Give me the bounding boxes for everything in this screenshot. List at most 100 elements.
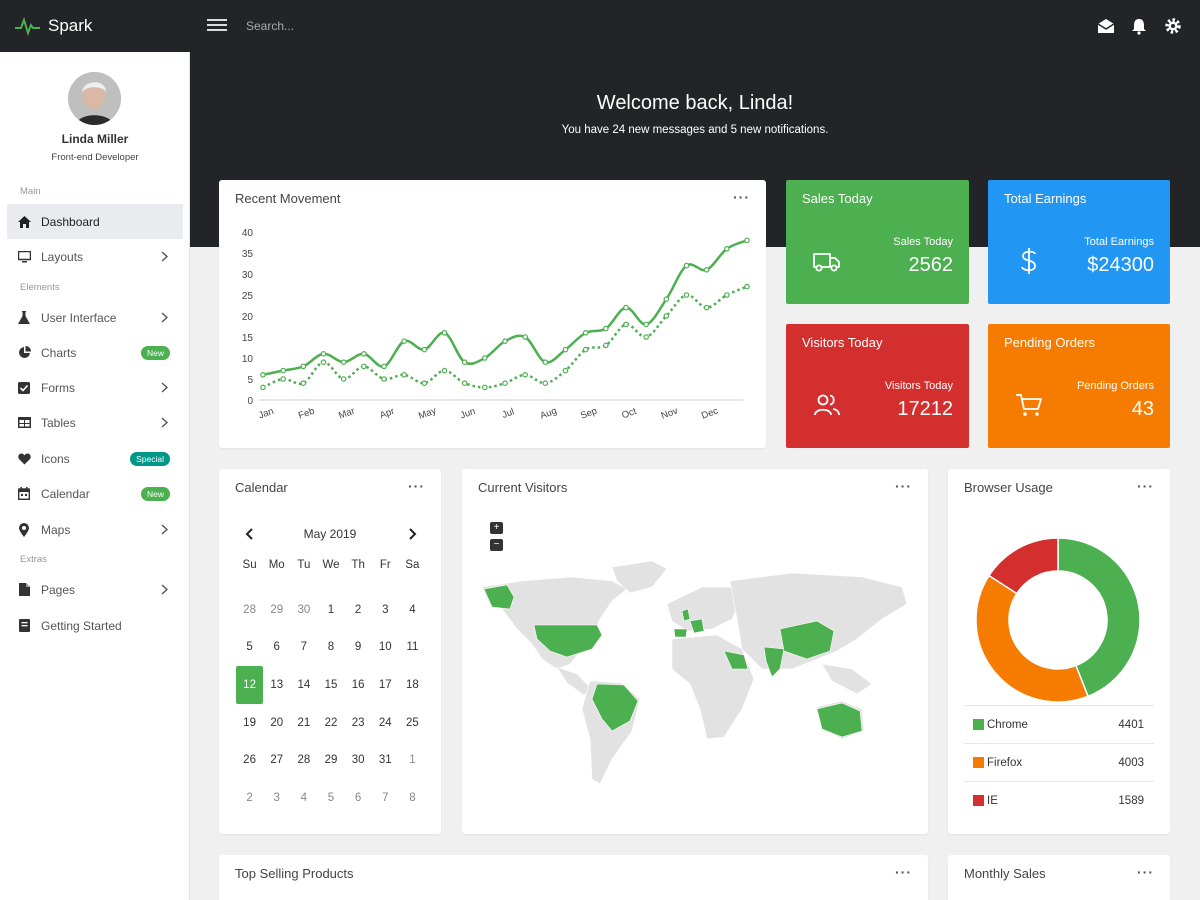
data-point[interactable] <box>421 380 428 387</box>
data-point[interactable] <box>461 380 468 387</box>
data-point[interactable] <box>643 334 649 340</box>
data-point[interactable] <box>340 359 347 366</box>
calendar-day[interactable]: 15 <box>317 672 344 691</box>
calendar-day[interactable]: 1 <box>317 597 344 616</box>
calendar-day[interactable]: 17 <box>372 672 399 691</box>
data-point[interactable] <box>744 283 750 290</box>
gear-icon[interactable] <box>1164 17 1182 35</box>
data-point[interactable] <box>643 321 649 328</box>
data-point[interactable] <box>381 376 387 382</box>
data-point[interactable] <box>663 313 670 319</box>
calendar-day[interactable]: 13 <box>263 672 290 691</box>
data-point[interactable] <box>683 262 690 269</box>
calendar-day[interactable]: 5 <box>236 634 263 653</box>
calendar-day[interactable]: 7 <box>290 634 317 653</box>
more-options-icon[interactable]: ··· <box>895 864 912 880</box>
data-point[interactable] <box>280 367 286 374</box>
calendar-day[interactable]: 8 <box>317 634 344 653</box>
more-options-icon[interactable]: ··· <box>1137 864 1154 880</box>
data-point[interactable] <box>401 372 407 378</box>
calendar-day[interactable]: 3 <box>372 597 399 616</box>
calendar-day[interactable]: 22 <box>317 710 344 729</box>
calendar-day[interactable]: 16 <box>345 672 372 691</box>
total-earnings-card[interactable]: Total Earnings Total Earnings $24300 <box>988 180 1170 304</box>
data-point[interactable] <box>683 292 690 298</box>
sidebar-item-pages[interactable]: Pages <box>7 572 183 607</box>
data-point[interactable] <box>502 338 508 345</box>
calendar-day[interactable]: 5 <box>317 785 344 804</box>
calendar-day[interactable]: 9 <box>345 634 372 653</box>
data-point[interactable] <box>441 330 448 336</box>
data-point[interactable] <box>582 330 589 336</box>
calendar-day[interactable]: 24 <box>372 710 399 729</box>
data-point[interactable] <box>542 359 549 366</box>
data-point[interactable] <box>703 304 710 311</box>
data-point[interactable] <box>562 367 569 374</box>
data-point[interactable] <box>340 376 347 382</box>
calendar-day[interactable]: 29 <box>317 747 344 766</box>
data-point[interactable] <box>482 355 488 361</box>
calendar-day[interactable]: 4 <box>399 597 426 616</box>
world-map[interactable] <box>462 469 928 834</box>
bell-icon[interactable] <box>1130 17 1148 35</box>
calendar-day[interactable]: 27 <box>263 747 290 766</box>
data-point[interactable] <box>260 372 266 378</box>
data-point[interactable] <box>663 296 670 303</box>
calendar-day[interactable]: 26 <box>236 747 263 766</box>
data-point[interactable] <box>260 384 266 391</box>
calendar-day[interactable]: 11 <box>399 634 426 653</box>
calendar-day[interactable]: 20 <box>263 710 290 729</box>
calendar-day[interactable]: 30 <box>345 747 372 766</box>
sidebar-item-layouts[interactable]: Layouts <box>7 239 183 274</box>
more-options-icon[interactable]: ··· <box>1137 478 1154 494</box>
envelope-open-icon[interactable] <box>1097 17 1115 35</box>
calendar-day[interactable]: 4 <box>290 785 317 804</box>
sidebar-item-user-interface[interactable]: User Interface <box>7 300 183 335</box>
chevron-right-icon[interactable] <box>405 527 419 541</box>
data-point[interactable] <box>724 292 730 298</box>
data-point[interactable] <box>441 367 448 374</box>
data-point[interactable] <box>703 267 710 273</box>
calendar-day[interactable]: 7 <box>372 785 399 804</box>
data-point[interactable] <box>542 380 549 387</box>
data-point[interactable] <box>522 372 528 378</box>
data-point[interactable] <box>562 346 569 353</box>
calendar-day[interactable]: 10 <box>372 634 399 653</box>
calendar-day[interactable]: 30 <box>290 597 317 616</box>
calendar-day[interactable]: 18 <box>399 672 426 691</box>
chevron-left-icon[interactable] <box>243 527 257 541</box>
sidebar-item-forms[interactable]: Forms <box>7 370 183 405</box>
data-point[interactable] <box>522 334 528 340</box>
data-point[interactable] <box>401 338 407 345</box>
pending-orders-card[interactable]: Pending Orders Pending Orders 43 <box>988 324 1170 448</box>
calendar-day-selected[interactable]: 12 <box>236 666 264 705</box>
data-point[interactable] <box>280 376 286 382</box>
more-options-icon[interactable]: ··· <box>408 478 425 494</box>
sales-today-card[interactable]: Sales Today Sales Today 2562 <box>786 180 969 304</box>
sidebar-item-icons[interactable]: Icons Special <box>7 441 183 476</box>
sidebar-item-maps[interactable]: Maps <box>7 512 183 547</box>
data-point[interactable] <box>603 325 609 332</box>
data-point[interactable] <box>582 346 589 353</box>
donut-slice-firefox[interactable] <box>975 574 1089 703</box>
donut-chart[interactable] <box>948 514 1170 714</box>
data-point[interactable] <box>381 363 387 370</box>
avatar[interactable] <box>68 72 121 125</box>
calendar-day[interactable]: 31 <box>372 747 399 766</box>
calendar-day[interactable]: 21 <box>290 710 317 729</box>
calendar-day[interactable]: 1 <box>399 747 426 766</box>
data-point[interactable] <box>320 351 327 357</box>
brand[interactable]: Spark <box>0 0 190 52</box>
calendar-day[interactable]: 6 <box>263 634 290 653</box>
calendar-day[interactable]: 14 <box>290 672 317 691</box>
sidebar-item-calendar[interactable]: Calendar New <box>7 476 183 511</box>
data-point[interactable] <box>502 380 508 387</box>
data-point[interactable] <box>320 359 327 366</box>
sidebar-item-charts[interactable]: Charts New <box>7 335 183 370</box>
data-point[interactable] <box>300 380 307 387</box>
calendar-day[interactable]: 19 <box>236 710 263 729</box>
calendar-day[interactable]: 6 <box>345 785 372 804</box>
calendar-day[interactable]: 8 <box>399 785 426 804</box>
calendar-day[interactable]: 28 <box>290 747 317 766</box>
search-input[interactable] <box>240 14 540 38</box>
